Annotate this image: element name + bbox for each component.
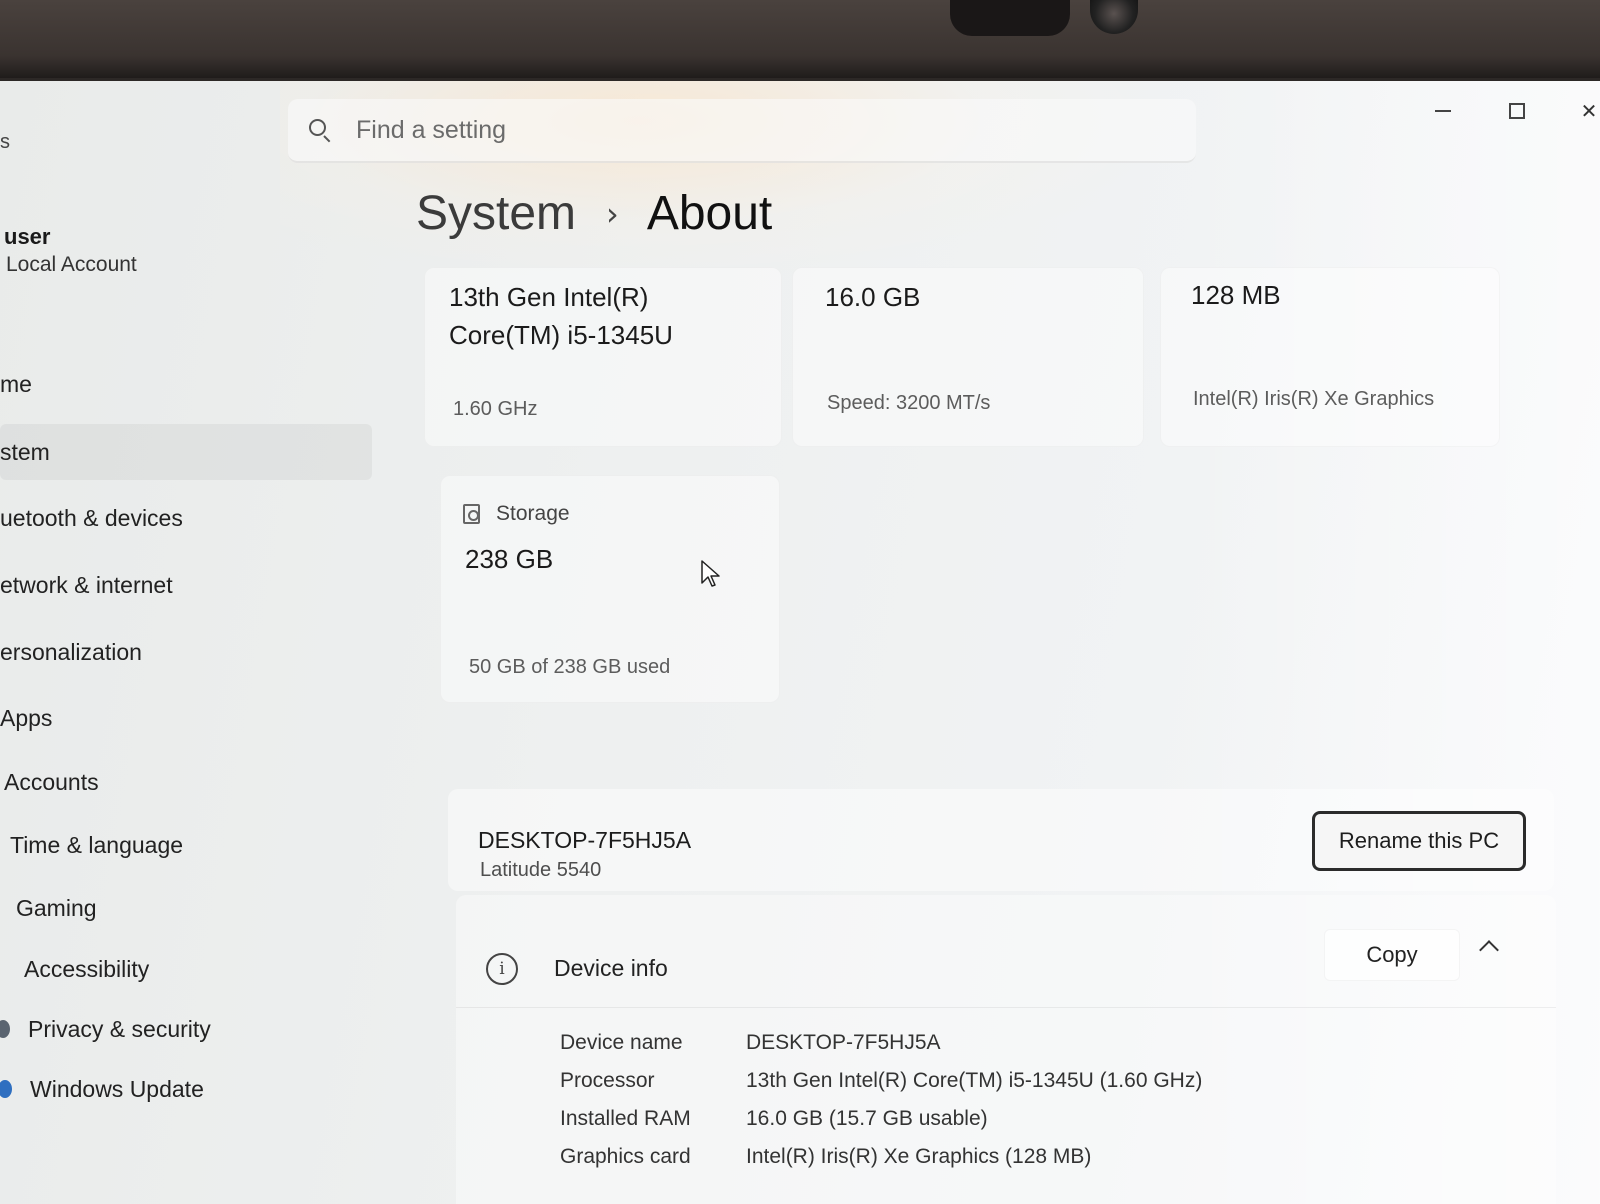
- storage-title: Storage: [463, 502, 570, 526]
- sidebar-item-network[interactable]: etwork & internet: [0, 557, 360, 613]
- sidebar-item-system[interactable]: stem: [0, 424, 372, 480]
- screen-bezel: [0, 0, 1600, 80]
- device-spec-row: Processor 13th Gen Intel(R) Core(TM) i5-…: [456, 1069, 1556, 1105]
- memory-value: 16.0 GB: [825, 282, 921, 312]
- spec-label: Graphics card: [560, 1145, 691, 1168]
- sidebar-item-accessibility[interactable]: Accessibility: [24, 941, 384, 997]
- maximize-icon: [1509, 103, 1525, 119]
- graphics-name: Intel(R) Iris(R) Xe Graphics: [1193, 388, 1435, 410]
- memory-card: 16.0 GB Speed: 3200 MT/s: [792, 267, 1144, 447]
- device-spec-row: Graphics card Intel(R) Iris(R) Xe Graphi…: [456, 1145, 1556, 1181]
- breadcrumb-system[interactable]: System: [416, 186, 576, 241]
- sidebar-item-label: stem: [0, 438, 50, 465]
- user-account-type: Local Account: [6, 253, 137, 276]
- user-name: user: [4, 224, 51, 249]
- sidebar-item-windows-update[interactable]: Windows Update: [0, 1061, 360, 1117]
- sidebar-item-label: etwork & internet: [0, 571, 173, 598]
- close-button[interactable]: ✕: [1566, 91, 1600, 131]
- search-box[interactable]: [288, 99, 1196, 163]
- graphics-memory: 128 MB: [1191, 280, 1281, 310]
- device-info-header[interactable]: i Device info Copy: [456, 895, 1556, 1007]
- search-input[interactable]: [356, 115, 1056, 145]
- sidebar-item-bluetooth[interactable]: uetooth & devices: [0, 490, 360, 546]
- pc-model: Latitude 5540: [480, 859, 602, 881]
- spec-label: Installed RAM: [560, 1107, 691, 1130]
- spec-value: Intel(R) Iris(R) Xe Graphics (128 MB): [746, 1145, 1092, 1168]
- divider: [456, 1007, 1556, 1008]
- chevron-up-icon[interactable]: [1479, 940, 1499, 960]
- copy-button[interactable]: Copy: [1324, 929, 1460, 981]
- spec-label: Processor: [560, 1069, 655, 1092]
- pc-name: DESKTOP-7F5HJ5A: [478, 827, 692, 853]
- device-info-section: i Device info Copy Device name DESKTOP-7…: [456, 895, 1556, 1204]
- device-spec-row: Installed RAM 16.0 GB (15.7 GB usable): [456, 1107, 1556, 1143]
- sidebar-item-label: uetooth & devices: [0, 504, 183, 531]
- storage-card: Storage 238 GB 50 GB of 238 GB used: [440, 475, 780, 703]
- sidebar-item-accounts[interactable]: Accounts: [4, 754, 364, 810]
- sidebar-item-label: ersonalization: [0, 638, 142, 665]
- shield-icon: [0, 1020, 10, 1038]
- sidebar-item-apps[interactable]: Apps: [0, 690, 360, 746]
- spec-label: Device name: [560, 1031, 683, 1054]
- sidebar-item-label: me: [0, 370, 32, 397]
- processor-value: 13th Gen Intel(R) Core(TM) i5-1345U: [449, 282, 673, 350]
- spec-value: 16.0 GB (15.7 GB usable): [746, 1107, 988, 1130]
- close-icon: ✕: [1580, 99, 1598, 123]
- sidebar-item-gaming[interactable]: Gaming: [16, 880, 376, 936]
- update-icon: [0, 1080, 12, 1098]
- sidebar-item-label: Gaming: [16, 894, 97, 921]
- page-title: About: [646, 187, 773, 240]
- sidebar-item-label: Apps: [0, 704, 53, 731]
- processor-speed: 1.60 GHz: [453, 398, 538, 420]
- settings-window: ✕ s user Local Account me stem uetooth &…: [0, 78, 1600, 1204]
- device-spec-row: Device name DESKTOP-7F5HJ5A: [456, 1031, 1556, 1067]
- sidebar-item-privacy-security[interactable]: Privacy & security: [0, 1001, 360, 1057]
- memory-speed: Speed: 3200 MT/s: [827, 392, 991, 414]
- storage-value: 238 GB: [465, 544, 554, 574]
- sidebar: s user Local Account me stem uetooth & d…: [0, 81, 400, 1204]
- pc-name-row: DESKTOP-7F5HJ5A Latitude 5540 Rename thi…: [448, 789, 1554, 891]
- hard-drive-icon: [463, 504, 480, 524]
- mouse-cursor-icon: [701, 560, 720, 587]
- sidebar-item-home[interactable]: me: [0, 356, 360, 412]
- sidebar-item-label: Windows Update: [30, 1075, 204, 1102]
- sidebar-item-label: Privacy & security: [28, 1015, 211, 1042]
- graphics-card: 128 MB Intel(R) Iris(R) Xe Graphics: [1160, 267, 1500, 447]
- spec-value: DESKTOP-7F5HJ5A: [746, 1031, 941, 1054]
- info-icon: i: [486, 953, 518, 985]
- storage-label: Storage: [496, 502, 570, 525]
- rename-pc-button[interactable]: Rename this PC: [1312, 811, 1526, 871]
- storage-usage: 50 GB of 238 GB used: [469, 656, 671, 678]
- minimize-button[interactable]: [1420, 91, 1466, 131]
- camera-bar: [950, 0, 1070, 36]
- minimize-icon: [1435, 110, 1451, 112]
- sidebar-item-personalization[interactable]: ersonalization: [0, 624, 360, 680]
- processor-card: 13th Gen Intel(R) Core(TM) i5-1345U 1.60…: [424, 267, 782, 447]
- device-info-title: Device info: [554, 955, 668, 981]
- search-icon: [308, 118, 332, 143]
- maximize-button[interactable]: [1494, 91, 1540, 131]
- sidebar-item-label: Accounts: [4, 768, 99, 795]
- chevron-right-icon: ›: [606, 194, 619, 233]
- sidebar-item-label: Accessibility: [24, 955, 150, 982]
- sidebar-item-time-language[interactable]: Time & language: [10, 817, 370, 873]
- app-title-fragment: s: [0, 131, 10, 153]
- breadcrumb: System › About: [416, 186, 772, 241]
- spec-value: 13th Gen Intel(R) Core(TM) i5-1345U (1.6…: [746, 1069, 1203, 1092]
- sidebar-item-label: Time & language: [10, 831, 184, 858]
